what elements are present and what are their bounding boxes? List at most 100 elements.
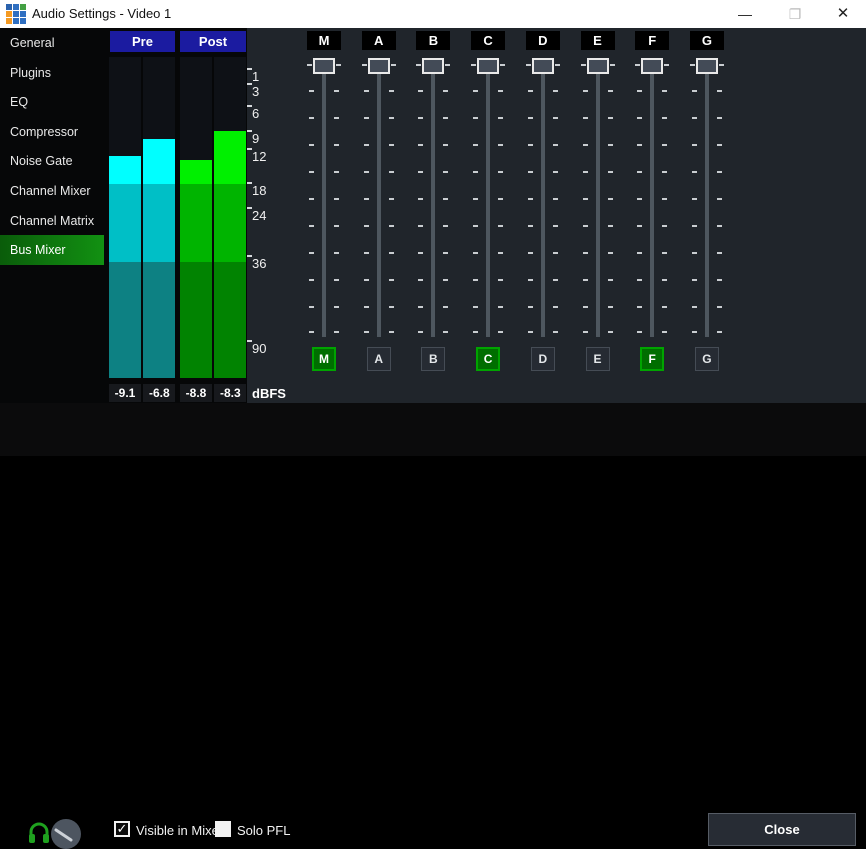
headphones-icon (27, 820, 51, 846)
fader-scale-tick (553, 117, 558, 119)
dbfs-unit-label: dBFS (252, 386, 286, 401)
fader-scale-tick (473, 117, 478, 119)
fader-scale-tick (717, 90, 722, 92)
window-title: Audio Settings - Video 1 (32, 0, 171, 28)
fader-scale-tick (717, 252, 722, 254)
fader-scale-tick (717, 279, 722, 281)
fader-scale-tick (389, 171, 394, 173)
fader-scale-tick (583, 331, 588, 333)
fader-track-e[interactable] (596, 74, 600, 337)
fader-handle-b[interactable] (422, 58, 444, 74)
fader-scale-tick (717, 117, 722, 119)
close-button[interactable]: Close (708, 813, 856, 846)
fader-scale-tick (692, 144, 697, 146)
fader-scale-tick (637, 90, 642, 92)
fader-scale-tick (662, 252, 667, 254)
sidebar-item-general[interactable]: General (0, 28, 104, 58)
maximize-button[interactable]: ❐ (772, 0, 818, 28)
title-bar: Audio Settings - Video 1 — ❐ ✕ (0, 0, 866, 28)
sidebar: GeneralPluginsEQCompressorNoise GateChan… (0, 28, 104, 403)
meter-level-segment (214, 131, 246, 184)
meter-scale-label: 24 (252, 208, 266, 223)
fader-header-d: D (526, 31, 560, 50)
fader-handle-m[interactable] (313, 58, 335, 74)
meter-level-segment (180, 184, 212, 262)
fader-scale-tick (364, 171, 369, 173)
fader-scale-tick (334, 90, 339, 92)
bus-assign-button-d[interactable]: D (531, 347, 555, 371)
fader-scale-tick (418, 144, 423, 146)
meter-scale-label: 1 (252, 69, 259, 84)
fader-handle-f[interactable] (641, 58, 663, 74)
visible-in-mixer-checkbox[interactable]: ✓ (114, 821, 130, 837)
fader-track-d[interactable] (541, 74, 545, 337)
bus-assign-button-m[interactable]: M (312, 347, 336, 371)
fader-scale-tick (309, 90, 314, 92)
meter-level-segment (143, 184, 175, 262)
fader-scale-tick (553, 331, 558, 333)
meter-value-readout: -8.8 (180, 384, 212, 402)
fader-handle-tick-left (635, 64, 640, 66)
fader-scale-tick (443, 144, 448, 146)
sidebar-item-compressor[interactable]: Compressor (0, 117, 104, 147)
bus-assign-button-b[interactable]: B (421, 347, 445, 371)
fader-track-g[interactable] (705, 74, 709, 337)
fader-scale-tick (637, 171, 642, 173)
fader-scale-tick (637, 198, 642, 200)
fader-handle-g[interactable] (696, 58, 718, 74)
bus-assign-button-a[interactable]: A (367, 347, 391, 371)
fader-scale-tick (608, 279, 613, 281)
fader-scale-tick (692, 225, 697, 227)
fader-handle-c[interactable] (477, 58, 499, 74)
meter-scale-label: 12 (252, 149, 266, 164)
fader-scale-tick (334, 225, 339, 227)
fader-scale-tick (443, 171, 448, 173)
meter-level-segment (180, 160, 212, 184)
fader-scale-tick (608, 171, 613, 173)
meter-level-segment (143, 262, 175, 378)
fader-scale-tick (717, 225, 722, 227)
fader-scale-tick (443, 331, 448, 333)
fader-track-m[interactable] (322, 74, 326, 337)
sidebar-item-channel-matrix[interactable]: Channel Matrix (0, 206, 104, 236)
sidebar-item-bus-mixer[interactable]: Bus Mixer (0, 235, 104, 265)
fader-track-a[interactable] (377, 74, 381, 337)
fader-scale-tick (528, 90, 533, 92)
fader-handle-a[interactable] (368, 58, 390, 74)
meter-level-segment (143, 139, 175, 184)
fader-scale-tick (662, 198, 667, 200)
fader-track-b[interactable] (431, 74, 435, 337)
fader-scale-tick (334, 279, 339, 281)
bus-assign-button-f[interactable]: F (640, 347, 664, 371)
sidebar-item-noise-gate[interactable]: Noise Gate (0, 146, 104, 176)
post-meter-header: Post (180, 31, 246, 52)
fader-header-e: E (581, 31, 615, 50)
fader-header-a: A (362, 31, 396, 50)
fader-scale-tick (528, 279, 533, 281)
close-window-button[interactable]: ✕ (820, 0, 866, 28)
meter-value-readout: -6.8 (143, 384, 175, 402)
sidebar-item-eq[interactable]: EQ (0, 87, 104, 117)
sidebar-item-channel-mixer[interactable]: Channel Mixer (0, 176, 104, 206)
fader-scale-tick (498, 90, 503, 92)
fader-scale-tick (334, 198, 339, 200)
fader-scale-tick (364, 252, 369, 254)
fader-scale-tick (608, 117, 613, 119)
solo-pfl-checkbox[interactable] (215, 821, 231, 837)
bus-assign-button-c[interactable]: C (476, 347, 500, 371)
bus-assign-button-g[interactable]: G (695, 347, 719, 371)
fader-handle-tick-right (664, 64, 669, 66)
fader-handle-e[interactable] (587, 58, 609, 74)
app-icon (6, 4, 26, 24)
fader-track-c[interactable] (486, 74, 490, 337)
fader-handle-d[interactable] (532, 58, 554, 74)
fader-scale-tick (418, 117, 423, 119)
fader-track-f[interactable] (650, 74, 654, 337)
bus-assign-button-e[interactable]: E (586, 347, 610, 371)
fader-scale-tick (473, 252, 478, 254)
minimize-button[interactable]: — (722, 0, 768, 28)
fader-scale-tick (553, 171, 558, 173)
fader-scale-tick (498, 306, 503, 308)
monitor-volume-knob[interactable] (51, 819, 81, 849)
sidebar-item-plugins[interactable]: Plugins (0, 58, 104, 88)
